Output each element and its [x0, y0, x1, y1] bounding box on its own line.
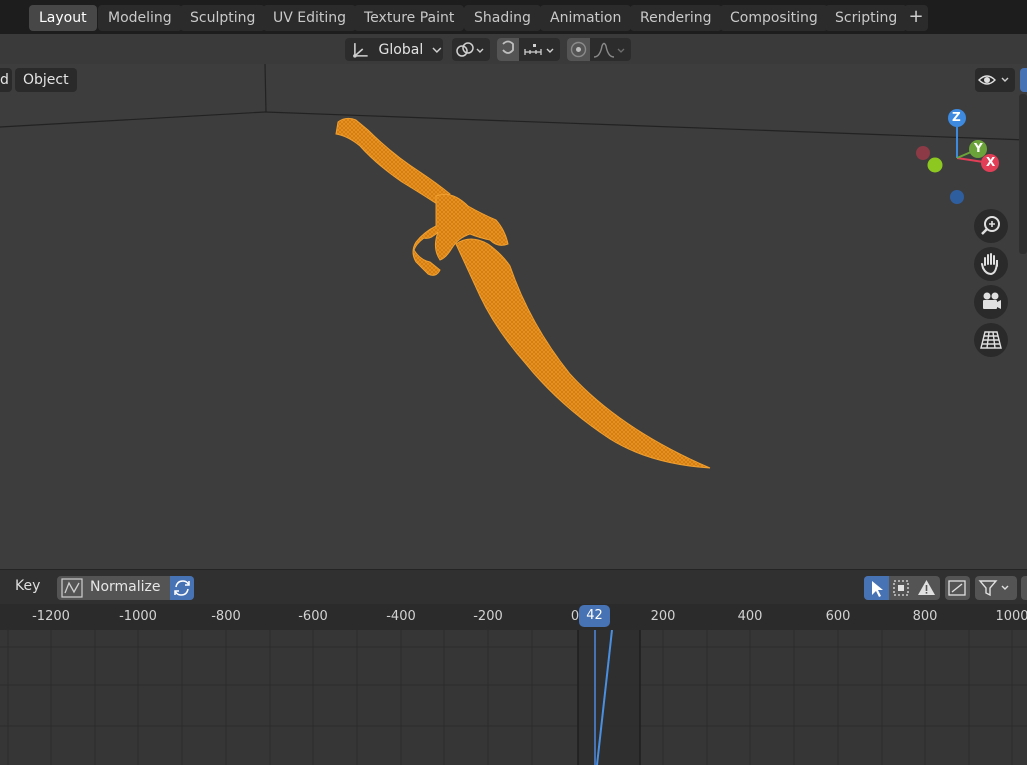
gizmo-y-label: Y — [974, 141, 983, 155]
ruler-tick: -600 — [298, 609, 328, 624]
gizmo-x-label: X — [986, 155, 996, 169]
ruler-tick: 1000 — [995, 609, 1027, 624]
3d-viewport[interactable]: Global Z Y X d Object — [0, 34, 1027, 569]
ruler-tick: 400 — [737, 609, 763, 624]
tab-modeling[interactable]: Modeling — [98, 5, 182, 31]
tab-scripting[interactable]: Scripting — [825, 5, 908, 31]
filter-funnel-icon — [978, 580, 1009, 597]
pan-button[interactable] — [974, 247, 1008, 281]
viewport-scene — [0, 63, 1027, 469]
gizmo-toggle-button[interactable] — [1020, 68, 1027, 92]
camera-view-button[interactable] — [974, 285, 1008, 319]
add-workspace-button[interactable]: + — [904, 5, 928, 31]
visibility-dropdown[interactable] — [975, 68, 1015, 92]
tab-rendering[interactable]: Rendering — [630, 5, 722, 31]
frame-ruler[interactable]: -1200 -1000 -800 -600 -400 -200 0 200 40… — [0, 604, 1027, 630]
ruler-tick: -400 — [386, 609, 416, 624]
tab-shading[interactable]: Shading — [464, 5, 541, 31]
tab-layout[interactable]: Layout — [29, 5, 97, 31]
select-tool-button[interactable] — [864, 576, 889, 600]
grid-perspective-icon — [980, 331, 1002, 349]
tab-uv-editing[interactable]: UV Editing — [263, 5, 357, 31]
timeline-header: Key Normalize — [0, 569, 1027, 604]
tab-texture-paint[interactable]: Texture Paint — [354, 5, 465, 31]
gizmo-z-label: Z — [952, 110, 961, 124]
workspace-tab-bar: Layout Modeling Sculpting UV Editing Tex… — [0, 0, 1027, 34]
tab-compositing[interactable]: Compositing — [720, 5, 828, 31]
ruler-tick: 200 — [650, 609, 676, 624]
ruler-tick: 800 — [912, 609, 938, 624]
hand-icon — [981, 253, 998, 276]
graph-grid — [0, 630, 1027, 765]
key-menu[interactable]: Key — [15, 578, 40, 594]
auto-normalize-button[interactable] — [170, 576, 194, 600]
camera-icon — [983, 292, 1001, 309]
warning-icon[interactable] — [914, 576, 939, 600]
tab-sculpting[interactable]: Sculpting — [180, 5, 266, 31]
sidebar-toggle-cut[interactable] — [1021, 576, 1027, 600]
refresh-icon — [174, 580, 190, 596]
zoom-button[interactable] — [974, 209, 1008, 243]
cursor-snap-button[interactable] — [945, 576, 970, 600]
selected-dagger-object[interactable] — [335, 117, 711, 469]
graph-cursor-icon — [948, 580, 966, 596]
filter-dropdown[interactable] — [975, 576, 1017, 600]
perspective-toggle-button[interactable] — [974, 323, 1008, 357]
viewport-scroll-strip[interactable] — [1019, 94, 1027, 254]
zoom-in-icon — [981, 216, 1000, 235]
normalize-label: Normalize — [90, 579, 161, 595]
ruler-tick: -1200 — [32, 609, 70, 624]
ruler-tick: 600 — [825, 609, 851, 624]
eye-icon — [978, 75, 1009, 85]
normalize-toggle[interactable]: Normalize — [57, 576, 194, 600]
tab-animation[interactable]: Animation — [540, 5, 632, 31]
current-frame-indicator[interactable]: 42 — [579, 605, 610, 627]
ruler-tick: -1000 — [119, 609, 157, 624]
view-menu-button-cut[interactable]: d — [0, 68, 12, 92]
normalize-icon — [61, 578, 83, 598]
graph-editor-area[interactable] — [0, 630, 1027, 765]
selection-tools-group — [864, 576, 940, 600]
ruler-tick: 0 — [570, 609, 580, 624]
object-menu-button[interactable]: Object — [15, 68, 77, 92]
box-select-icon[interactable] — [889, 576, 914, 600]
ruler-tick: -200 — [473, 609, 503, 624]
ruler-tick: -800 — [211, 609, 241, 624]
cursor-arrow-icon — [872, 581, 883, 597]
